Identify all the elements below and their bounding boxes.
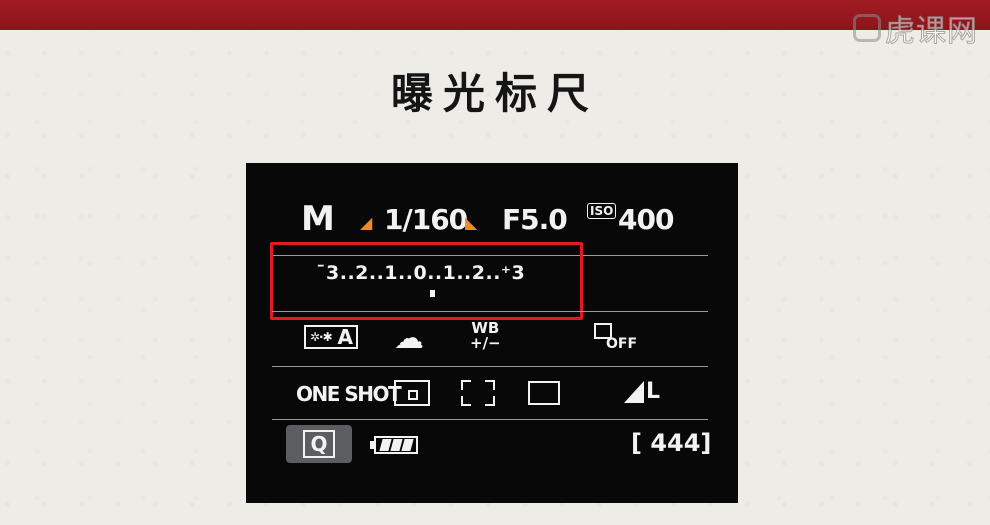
watermark-logo-icon bbox=[853, 14, 881, 42]
watermark-text: 虎课网 bbox=[885, 14, 978, 50]
quick-menu-button[interactable]: Q bbox=[286, 425, 352, 463]
shutter-speed: 1/160 bbox=[384, 203, 468, 236]
picture-style-label: A bbox=[337, 325, 353, 349]
quick-menu-label: Q bbox=[303, 430, 335, 458]
iso-value: 400 bbox=[618, 203, 674, 236]
single-shot-icon[interactable] bbox=[528, 381, 560, 405]
sparkle-icon: ✲·✱ bbox=[310, 330, 333, 344]
dial-right-icon: ◣ bbox=[465, 213, 478, 232]
watermark: 虎课网 bbox=[853, 6, 978, 50]
af-mode[interactable]: ONE SHOT bbox=[296, 382, 402, 406]
flash-off-icon[interactable]: OFF bbox=[594, 323, 637, 352]
divider bbox=[272, 419, 708, 420]
iso-badge: ISO bbox=[587, 203, 617, 219]
top-banner: 虎课网 bbox=[0, 0, 990, 50]
flash-off-label: OFF bbox=[606, 336, 638, 352]
dial-left-icon: ◢ bbox=[360, 213, 373, 232]
camera-lcd-screen: M ◢ 1/160 ◣ F5.0 ISO 400 ¯3..2..1..0..1.… bbox=[246, 163, 738, 503]
battery-icon bbox=[370, 436, 418, 454]
shots-remaining: [ 444] bbox=[631, 429, 712, 457]
af-area-icon[interactable] bbox=[461, 380, 495, 406]
divider bbox=[272, 311, 708, 312]
page-title: 曝光标尺 bbox=[390, 69, 599, 118]
shooting-mode: M bbox=[301, 199, 335, 239]
evaluative-metering-icon[interactable] bbox=[394, 380, 430, 406]
cloudy-icon[interactable]: ☁ bbox=[394, 321, 424, 356]
aperture-value: F5.0 bbox=[502, 203, 568, 236]
white-balance-shift-icon[interactable]: WB +/− bbox=[470, 321, 501, 351]
picture-style-icon[interactable]: ✲·✱ A bbox=[304, 325, 358, 349]
divider bbox=[272, 366, 708, 367]
exposure-scale-highlight bbox=[270, 242, 583, 320]
large-fine-icon[interactable]: L bbox=[624, 379, 664, 405]
